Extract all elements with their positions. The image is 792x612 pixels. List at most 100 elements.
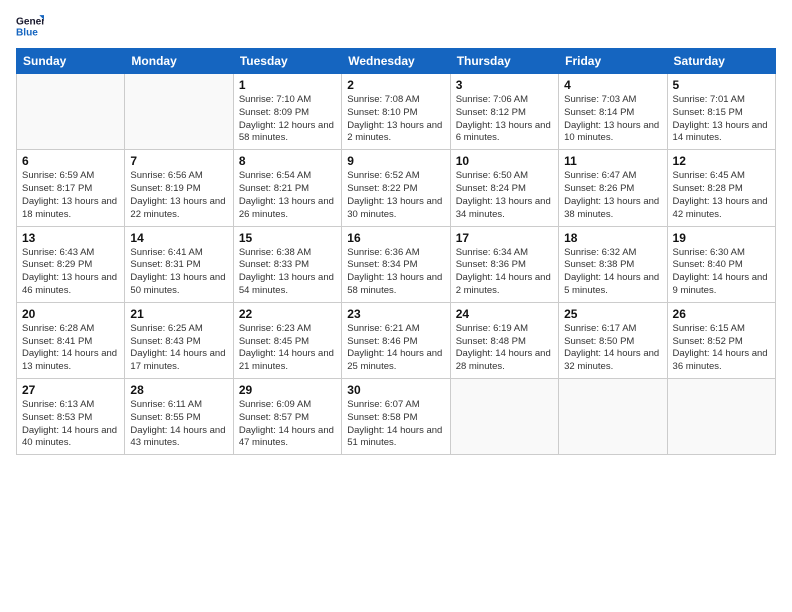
cell-info: Sunrise: 6:13 AM Sunset: 8:53 PM Dayligh… — [22, 399, 119, 450]
day-number: 17 — [456, 231, 553, 245]
day-number: 6 — [22, 154, 119, 168]
day-number: 25 — [564, 307, 661, 321]
calendar-week-5: 27 Sunrise: 6:13 AM Sunset: 8:53 PM Dayli… — [17, 379, 776, 455]
cell-info: Sunrise: 6:30 AM Sunset: 8:40 PM Dayligh… — [673, 247, 770, 298]
cell-info: Sunrise: 6:36 AM Sunset: 8:34 PM Dayligh… — [347, 247, 444, 298]
day-number: 24 — [456, 307, 553, 321]
day-number: 3 — [456, 78, 553, 92]
day-number: 30 — [347, 383, 444, 397]
day-number: 5 — [673, 78, 770, 92]
weekday-header-row: SundayMondayTuesdayWednesdayThursdayFrid… — [17, 49, 776, 74]
cell-info: Sunrise: 7:08 AM Sunset: 8:10 PM Dayligh… — [347, 94, 444, 145]
cell-info: Sunrise: 6:25 AM Sunset: 8:43 PM Dayligh… — [130, 323, 227, 374]
day-number: 11 — [564, 154, 661, 168]
day-number: 9 — [347, 154, 444, 168]
day-number: 15 — [239, 231, 336, 245]
cell-info: Sunrise: 6:15 AM Sunset: 8:52 PM Dayligh… — [673, 323, 770, 374]
day-number: 18 — [564, 231, 661, 245]
cell-info: Sunrise: 6:21 AM Sunset: 8:46 PM Dayligh… — [347, 323, 444, 374]
calendar-cell: 19 Sunrise: 6:30 AM Sunset: 8:40 PM Dayli… — [667, 226, 775, 302]
cell-info: Sunrise: 6:23 AM Sunset: 8:45 PM Dayligh… — [239, 323, 336, 374]
calendar-cell: 23 Sunrise: 6:21 AM Sunset: 8:46 PM Dayli… — [342, 302, 450, 378]
cell-info: Sunrise: 7:06 AM Sunset: 8:12 PM Dayligh… — [456, 94, 553, 145]
calendar-week-1: 1 Sunrise: 7:10 AM Sunset: 8:09 PM Daylig… — [17, 74, 776, 150]
calendar-cell: 13 Sunrise: 6:43 AM Sunset: 8:29 PM Dayli… — [17, 226, 125, 302]
day-number: 23 — [347, 307, 444, 321]
weekday-header-tuesday: Tuesday — [233, 49, 341, 74]
cell-info: Sunrise: 6:59 AM Sunset: 8:17 PM Dayligh… — [22, 170, 119, 221]
calendar-cell — [17, 74, 125, 150]
day-number: 13 — [22, 231, 119, 245]
day-number: 4 — [564, 78, 661, 92]
calendar-cell — [559, 379, 667, 455]
day-number: 27 — [22, 383, 119, 397]
calendar-cell: 1 Sunrise: 7:10 AM Sunset: 8:09 PM Daylig… — [233, 74, 341, 150]
calendar-cell: 3 Sunrise: 7:06 AM Sunset: 8:12 PM Daylig… — [450, 74, 558, 150]
calendar-cell: 26 Sunrise: 6:15 AM Sunset: 8:52 PM Dayli… — [667, 302, 775, 378]
calendar-cell: 22 Sunrise: 6:23 AM Sunset: 8:45 PM Dayli… — [233, 302, 341, 378]
day-number: 28 — [130, 383, 227, 397]
calendar-cell — [450, 379, 558, 455]
calendar-cell: 20 Sunrise: 6:28 AM Sunset: 8:41 PM Dayli… — [17, 302, 125, 378]
cell-info: Sunrise: 6:45 AM Sunset: 8:28 PM Dayligh… — [673, 170, 770, 221]
cell-info: Sunrise: 6:52 AM Sunset: 8:22 PM Dayligh… — [347, 170, 444, 221]
calendar-cell: 29 Sunrise: 6:09 AM Sunset: 8:57 PM Dayli… — [233, 379, 341, 455]
calendar-cell: 15 Sunrise: 6:38 AM Sunset: 8:33 PM Dayli… — [233, 226, 341, 302]
weekday-header-sunday: Sunday — [17, 49, 125, 74]
calendar-cell: 17Sunrise: 6:34 AM Sunset: 8:36 PM Dayli… — [450, 226, 558, 302]
day-number: 1 — [239, 78, 336, 92]
calendar-cell: 7Sunrise: 6:56 AM Sunset: 8:19 PM Daylig… — [125, 150, 233, 226]
calendar-cell: 4 Sunrise: 7:03 AM Sunset: 8:14 PM Daylig… — [559, 74, 667, 150]
day-number: 8 — [239, 154, 336, 168]
calendar-cell: 10 Sunrise: 6:50 AM Sunset: 8:24 PM Dayli… — [450, 150, 558, 226]
day-number: 14 — [130, 231, 227, 245]
calendar-week-2: 6 Sunrise: 6:59 AM Sunset: 8:17 PM Daylig… — [17, 150, 776, 226]
calendar-table: SundayMondayTuesdayWednesdayThursdayFrid… — [16, 48, 776, 455]
calendar-cell: 12 Sunrise: 6:45 AM Sunset: 8:28 PM Dayli… — [667, 150, 775, 226]
calendar-cell: 5 Sunrise: 7:01 AM Sunset: 8:15 PM Daylig… — [667, 74, 775, 150]
calendar-cell: 11Sunrise: 6:47 AM Sunset: 8:26 PM Dayli… — [559, 150, 667, 226]
header: General Blue — [16, 12, 776, 40]
weekday-header-friday: Friday — [559, 49, 667, 74]
cell-info: Sunrise: 6:07 AM Sunset: 8:58 PM Dayligh… — [347, 399, 444, 450]
cell-info: Sunrise: 7:10 AM Sunset: 8:09 PM Dayligh… — [239, 94, 336, 145]
calendar-cell: 28Sunrise: 6:11 AM Sunset: 8:55 PM Dayli… — [125, 379, 233, 455]
day-number: 20 — [22, 307, 119, 321]
day-number: 12 — [673, 154, 770, 168]
calendar-cell: 16Sunrise: 6:36 AM Sunset: 8:34 PM Dayli… — [342, 226, 450, 302]
calendar-week-4: 20 Sunrise: 6:28 AM Sunset: 8:41 PM Dayli… — [17, 302, 776, 378]
cell-info: Sunrise: 7:03 AM Sunset: 8:14 PM Dayligh… — [564, 94, 661, 145]
cell-info: Sunrise: 6:17 AM Sunset: 8:50 PM Dayligh… — [564, 323, 661, 374]
day-number: 10 — [456, 154, 553, 168]
calendar-cell: 6 Sunrise: 6:59 AM Sunset: 8:17 PM Daylig… — [17, 150, 125, 226]
calendar-cell: 18 Sunrise: 6:32 AM Sunset: 8:38 PM Dayli… — [559, 226, 667, 302]
weekday-header-monday: Monday — [125, 49, 233, 74]
calendar-cell: 25 Sunrise: 6:17 AM Sunset: 8:50 PM Dayli… — [559, 302, 667, 378]
logo-icon: General Blue — [16, 12, 44, 40]
cell-info: Sunrise: 6:19 AM Sunset: 8:48 PM Dayligh… — [456, 323, 553, 374]
day-number: 26 — [673, 307, 770, 321]
calendar-cell: 30 Sunrise: 6:07 AM Sunset: 8:58 PM Dayli… — [342, 379, 450, 455]
cell-info: Sunrise: 6:09 AM Sunset: 8:57 PM Dayligh… — [239, 399, 336, 450]
cell-info: Sunrise: 6:28 AM Sunset: 8:41 PM Dayligh… — [22, 323, 119, 374]
calendar-cell: 14 Sunrise: 6:41 AM Sunset: 8:31 PM Dayli… — [125, 226, 233, 302]
cell-info: Sunrise: 6:32 AM Sunset: 8:38 PM Dayligh… — [564, 247, 661, 298]
calendar-cell: 8Sunrise: 6:54 AM Sunset: 8:21 PM Daylig… — [233, 150, 341, 226]
calendar-week-3: 13 Sunrise: 6:43 AM Sunset: 8:29 PM Dayli… — [17, 226, 776, 302]
weekday-header-thursday: Thursday — [450, 49, 558, 74]
day-number: 2 — [347, 78, 444, 92]
svg-text:General: General — [16, 16, 44, 27]
cell-info: Sunrise: 6:43 AM Sunset: 8:29 PM Dayligh… — [22, 247, 119, 298]
logo: General Blue — [16, 12, 44, 40]
cell-info: Sunrise: 6:38 AM Sunset: 8:33 PM Dayligh… — [239, 247, 336, 298]
calendar-cell — [667, 379, 775, 455]
cell-info: Sunrise: 6:50 AM Sunset: 8:24 PM Dayligh… — [456, 170, 553, 221]
day-number: 22 — [239, 307, 336, 321]
weekday-header-wednesday: Wednesday — [342, 49, 450, 74]
cell-info: Sunrise: 6:41 AM Sunset: 8:31 PM Dayligh… — [130, 247, 227, 298]
day-number: 19 — [673, 231, 770, 245]
calendar-cell: 24 Sunrise: 6:19 AM Sunset: 8:48 PM Dayli… — [450, 302, 558, 378]
cell-info: Sunrise: 7:01 AM Sunset: 8:15 PM Dayligh… — [673, 94, 770, 145]
day-number: 29 — [239, 383, 336, 397]
day-number: 21 — [130, 307, 227, 321]
